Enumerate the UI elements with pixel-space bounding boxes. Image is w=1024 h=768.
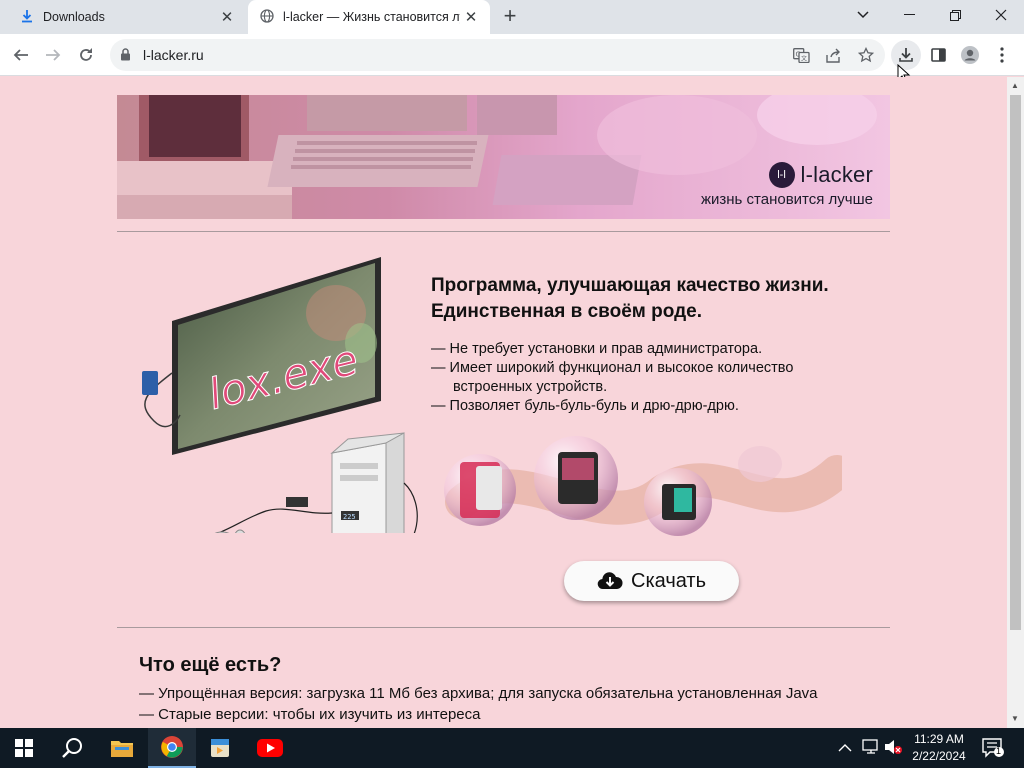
folder-icon [111, 741, 133, 757]
reload-button[interactable] [71, 40, 101, 70]
chrome-icon [161, 736, 183, 758]
media-player-icon [211, 739, 229, 757]
translate-icon[interactable]: G文 [790, 45, 812, 65]
cloud-download-icon [597, 572, 623, 590]
scroll-up-icon[interactable]: ▲ [1011, 81, 1019, 90]
tab-title: l-lacker — Жизнь становится лучше [283, 10, 460, 24]
download-button[interactable]: Скачать [564, 561, 739, 601]
search-icon [62, 738, 82, 758]
brand-slogan: жизнь становится лучше [700, 191, 873, 208]
brand-block: l-l l-lacker жизнь становится лучше [701, 162, 873, 208]
volume-muted-icon[interactable] [884, 739, 902, 760]
lock-icon[interactable] [120, 48, 131, 66]
url-text: l-lacker.ru [143, 47, 204, 63]
youtube-button[interactable] [246, 728, 294, 768]
section-title: Что ещё есть? [139, 654, 282, 676]
menu-kebab-icon[interactable] [987, 40, 1017, 70]
browser-toolbar: l-lacker.ru G文 [0, 34, 1024, 84]
download-icon [20, 9, 34, 26]
windows-taskbar: 11:29 AM 2/22/2024 1 [0, 728, 1024, 768]
app-bubbles-illustration [444, 436, 842, 536]
notifications-button[interactable]: 1 [982, 738, 1004, 763]
close-window-button[interactable] [978, 0, 1024, 30]
side-panel-icon[interactable] [923, 40, 953, 70]
tab-downloads[interactable]: Downloads ✕ [8, 0, 246, 34]
new-tab-button[interactable]: + [498, 5, 522, 29]
minimize-button[interactable] [886, 0, 932, 30]
headline: Программа, улучшающая качество жизни. Ед… [431, 273, 829, 325]
list-item[interactable]: — Старые версии: чтобы их изучить из инт… [139, 704, 818, 725]
divider [117, 231, 890, 232]
feature-item: — Не требует установки и прав администра… [431, 341, 763, 357]
header-banner: l-l l-lacker жизнь становится лучше [117, 95, 890, 219]
chrome-button[interactable] [148, 728, 196, 768]
feature-list: — Не требует установки и прав администра… [431, 340, 793, 416]
page-scrollbar[interactable]: ▲ ▼ [1007, 77, 1024, 728]
search-button[interactable] [48, 728, 96, 768]
brand-name: l-lacker [800, 162, 873, 187]
computer-illustration: lox.exe 225 [142, 257, 418, 533]
feature-item: встроенных устройств. [453, 379, 608, 395]
bookmark-star-icon[interactable] [855, 45, 877, 65]
scrollbar-thumb[interactable] [1010, 95, 1021, 630]
headline-line: Программа, улучшающая качество жизни. [431, 275, 829, 296]
share-icon[interactable] [823, 45, 845, 65]
clock-date: 2/22/2024 [912, 749, 966, 763]
profile-avatar-icon[interactable] [955, 40, 985, 70]
start-button[interactable] [0, 728, 48, 768]
scroll-down-icon[interactable]: ▼ [1011, 714, 1019, 723]
windows-logo-icon [15, 739, 33, 757]
forward-button[interactable] [38, 40, 68, 70]
feature-item: — Имеет широкий функционал и высокое кол… [431, 360, 794, 376]
lcd-text: 225 [343, 513, 356, 521]
globe-icon [260, 8, 274, 26]
more-list: — Упрощённая версия: загрузка 11 Мб без … [139, 683, 818, 725]
back-button[interactable] [6, 40, 36, 70]
network-icon[interactable] [862, 739, 880, 760]
address-bar[interactable]: l-lacker.ru G文 [110, 39, 885, 71]
headline-line: Единственная в своём роде. [431, 301, 702, 322]
tab-search-icon[interactable] [840, 0, 886, 30]
youtube-icon [257, 739, 283, 757]
download-label: Скачать [631, 569, 706, 592]
feature-item: — Позволяет буль-буль-буль и дрю-дрю-дрю… [431, 398, 739, 414]
web-page: l-l l-lacker жизнь становится лучше lox.… [0, 77, 1007, 728]
close-tab-icon[interactable]: ✕ [216, 6, 238, 28]
system-clock[interactable]: 11:29 AM 2/22/2024 [904, 731, 974, 765]
restore-button[interactable] [932, 0, 978, 30]
close-tab-icon[interactable]: ✕ [460, 6, 482, 28]
divider [117, 627, 890, 628]
media-app-button[interactable] [196, 728, 244, 768]
tab-strip: Downloads ✕ l-lacker — Жизнь становится … [0, 0, 1024, 34]
tab-title: Downloads [43, 10, 105, 24]
brand-logo-icon: l-l [768, 162, 795, 188]
file-explorer-button[interactable] [98, 728, 146, 768]
show-hidden-icons-icon[interactable] [838, 740, 852, 758]
list-item[interactable]: — Упрощённая версия: загрузка 11 Мб без … [139, 683, 818, 704]
svg-text:文: 文 [801, 54, 807, 62]
clock-time: 11:29 AM [914, 732, 964, 746]
notification-count: 1 [996, 746, 1002, 756]
tab-l-lacker[interactable]: l-lacker — Жизнь становится лучше ✕ [248, 0, 490, 34]
